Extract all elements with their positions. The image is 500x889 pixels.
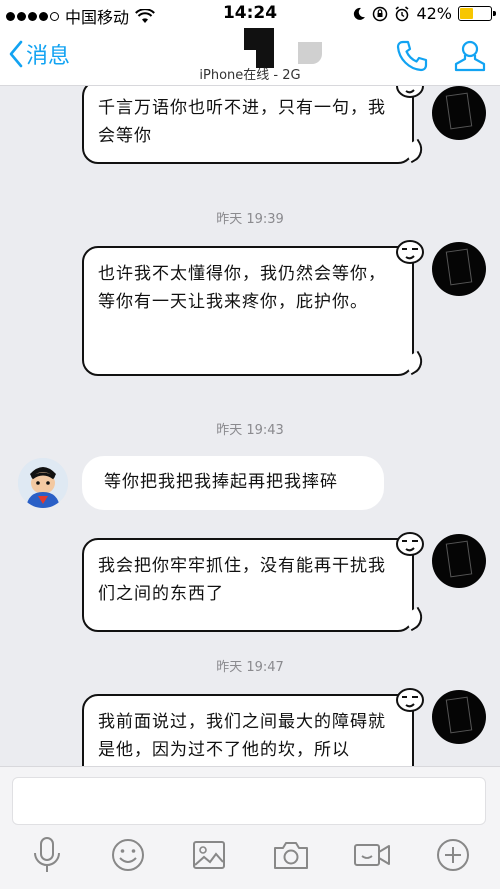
video-icon	[353, 844, 390, 866]
avatar[interactable]	[432, 242, 486, 296]
bubble-doodle-icon	[396, 688, 424, 712]
message-input[interactable]	[12, 777, 486, 825]
contact-name-mask	[244, 28, 274, 50]
timestamp: 昨天 19:47	[216, 660, 284, 675]
message-bubble-outgoing[interactable]: 我前面说过，我们之间最大的障碍就是他，因为过不了他的坎，所以	[82, 688, 424, 766]
camera-icon	[273, 842, 308, 869]
bubble-doodle-icon	[396, 532, 424, 556]
composer	[0, 766, 500, 889]
more-button[interactable]	[433, 835, 473, 875]
composer-toolbar	[0, 835, 500, 875]
chat-header: 消息 iPhone在线 - 2G	[0, 28, 500, 86]
message-bubble-outgoing[interactable]: 千言万语你也听不进，只有一句，我会等你	[82, 86, 428, 164]
image-icon	[193, 841, 226, 869]
bubble-tail	[402, 350, 428, 376]
message-text: 千言万语你也听不进，只有一句，我会等你	[98, 98, 386, 146]
battery-percent: 42%	[416, 4, 452, 23]
alarm-icon	[395, 5, 409, 21]
message-bubble-incoming[interactable]: 等你把我把我捧起再把我摔碎	[82, 456, 384, 510]
bubble-doodle-icon	[396, 240, 424, 264]
phone-icon[interactable]	[394, 38, 430, 74]
contact-name-mask	[298, 42, 322, 64]
avatar[interactable]	[432, 690, 486, 744]
moon-icon	[354, 7, 366, 20]
message-bubble-outgoing[interactable]: 我会把你牢牢抓住，没有能再干扰我们之间的东西了	[82, 532, 428, 632]
superhero-avatar-icon	[18, 458, 68, 508]
message-text: 我前面说过，我们之间最大的障碍就是他，因为过不了他的坎，所以	[98, 712, 386, 760]
image-button[interactable]	[189, 835, 229, 875]
message-bubble-outgoing[interactable]: 也许我不太懂得你，我仍然会等你，等你有一天让我来疼你，庇护你。	[82, 240, 428, 376]
profile-icon[interactable]	[452, 38, 488, 74]
message-list[interactable]: 千言万语你也听不进，只有一句，我会等你 昨天 19:39 也许我不太懂得你，我仍…	[0, 86, 500, 766]
message-text: 等你把我把我捧起再把我摔碎	[104, 472, 338, 492]
bubble-tail	[402, 138, 428, 164]
avatar[interactable]	[432, 86, 486, 140]
emoji-icon	[111, 839, 144, 871]
battery-fill	[460, 8, 474, 19]
microphone-icon	[33, 837, 60, 872]
avatar[interactable]	[432, 534, 486, 588]
voice-button[interactable]	[27, 835, 67, 875]
emoji-button[interactable]	[108, 835, 148, 875]
header-actions	[394, 38, 488, 74]
avatar[interactable]	[18, 458, 68, 508]
timestamp: 昨天 19:39	[216, 212, 284, 227]
status-bar: 中国移动 14:24 42%	[0, 0, 500, 28]
bubble-tail	[402, 606, 428, 632]
message-text: 也许我不太懂得你，我仍然会等你，等你有一天让我来疼你，庇护你。	[98, 264, 386, 312]
bubble-doodle-icon	[396, 86, 424, 98]
video-button[interactable]	[352, 835, 392, 875]
camera-button[interactable]	[271, 835, 311, 875]
status-right-group: 42%	[352, 4, 496, 23]
battery-icon	[458, 6, 496, 21]
message-text: 我会把你牢牢抓住，没有能再干扰我们之间的东西了	[98, 556, 386, 604]
plus-icon	[437, 839, 470, 871]
orientation-lock-icon	[373, 6, 388, 21]
timestamp: 昨天 19:43	[216, 423, 284, 438]
